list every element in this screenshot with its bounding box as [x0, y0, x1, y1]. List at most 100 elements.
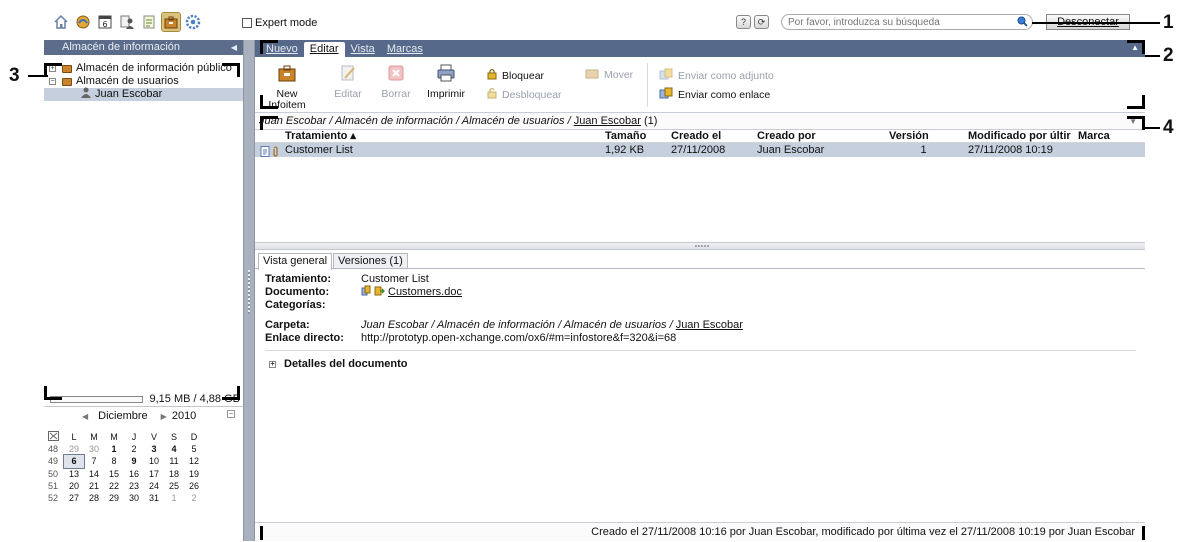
week-number[interactable]: 52	[48, 492, 64, 504]
calendar-day[interactable]: 3	[144, 443, 164, 455]
calendar-day[interactable]: 5	[184, 443, 204, 455]
document-details-section[interactable]: + Detalles del documento	[265, 357, 1135, 371]
detail-row-categories: Categorías:	[265, 299, 1135, 311]
week-number[interactable]: 50	[48, 468, 64, 480]
help-button[interactable]: ?	[736, 15, 751, 29]
splitter-grip[interactable]	[248, 270, 250, 314]
calendar-day-today[interactable]: 6	[63, 454, 85, 469]
unlock-button[interactable]: Desbloquear	[487, 87, 562, 102]
folder-link[interactable]: Juan Escobar	[676, 319, 743, 331]
calendar-day[interactable]: 12	[184, 455, 204, 467]
calendar-day[interactable]: 18	[164, 468, 184, 480]
collapse-left-icon[interactable]: ◀	[231, 40, 237, 55]
vertical-splitter[interactable]	[243, 40, 255, 541]
send-as-attachment-button[interactable]: Enviar como adjunto	[659, 68, 774, 83]
calendar-day[interactable]: 10	[144, 455, 164, 467]
tree-item-public-infostore[interactable]: + Almacén de información público	[44, 62, 243, 75]
calendar-day[interactable]: 17	[144, 468, 164, 480]
column-header-created[interactable]: Creado el	[671, 130, 757, 142]
document-link[interactable]: Customers.doc	[388, 286, 462, 298]
calendar-year[interactable]: 2010	[172, 410, 196, 422]
expand-icon[interactable]: +	[269, 360, 276, 368]
horizontal-splitter[interactable]	[255, 242, 1145, 250]
tree-item-user-infostore[interactable]: − Almacén de usuarios	[44, 75, 243, 88]
home-icon[interactable]	[52, 13, 70, 31]
tab-editar[interactable]: Editar	[303, 42, 345, 57]
next-month-icon[interactable]: ▶	[161, 412, 167, 421]
calendar-day[interactable]: 25	[164, 480, 184, 492]
tasks-icon[interactable]	[140, 13, 158, 31]
delete-button[interactable]: Borrar	[379, 64, 413, 100]
calendar-day[interactable]: 31	[144, 492, 164, 504]
calendar-day[interactable]: 30	[124, 492, 144, 504]
calendar-day[interactable]: 2	[184, 492, 204, 504]
calendar-day[interactable]: 14	[84, 468, 104, 480]
contacts-icon[interactable]	[118, 13, 136, 31]
calendar-day[interactable]: 22	[104, 480, 124, 492]
week-number[interactable]: 51	[48, 480, 64, 492]
tab-vista[interactable]: Vista	[345, 42, 381, 57]
column-header-modified[interactable]: Modificado por últir	[968, 130, 1078, 142]
calendar-day[interactable]: 4	[164, 443, 184, 455]
tab-overview[interactable]: Vista general	[258, 253, 333, 270]
calendar-day[interactable]: 19	[184, 468, 204, 480]
table-row[interactable]: Customer List 1,92 KB 27/11/2008 Juan Es…	[255, 143, 1145, 157]
prev-month-icon[interactable]: ◀	[82, 412, 88, 421]
calendar-day[interactable]: 30	[84, 443, 104, 455]
expert-mode-toggle[interactable]: Expert mode	[242, 17, 317, 29]
calendar-icon[interactable]: 6	[96, 13, 114, 31]
week-number[interactable]: 49	[48, 455, 64, 467]
path-link[interactable]: Juan Escobar	[574, 115, 641, 127]
calendar-day[interactable]: 20	[64, 480, 84, 492]
calendar-day[interactable]: 1	[104, 443, 124, 455]
calendar-day[interactable]: 11	[164, 455, 184, 467]
refresh-button[interactable]: ⟳	[754, 15, 769, 29]
edit-button[interactable]: Editar	[331, 64, 365, 100]
tab-marcas[interactable]: Marcas	[381, 42, 429, 57]
collapse-calendar-icon[interactable]: −	[227, 410, 235, 418]
week-number[interactable]: 48	[48, 443, 64, 455]
calendar-day[interactable]: 15	[104, 468, 124, 480]
calendar-day[interactable]: 24	[144, 480, 164, 492]
calendar-day[interactable]: 27	[64, 492, 84, 504]
calendar-day[interactable]: 2	[124, 443, 144, 455]
tree-item-juan-escobar[interactable]: Juan Escobar	[44, 87, 243, 101]
infostore-icon[interactable]	[161, 12, 181, 32]
open-document-icon[interactable]	[361, 285, 371, 299]
calendar-day[interactable]: 29	[104, 492, 124, 504]
calendar-day[interactable]: 9	[124, 455, 144, 467]
column-header-name[interactable]: Tratamiento ▴	[255, 130, 605, 142]
calendar-day[interactable]: 28	[84, 492, 104, 504]
save-document-icon[interactable]	[374, 285, 385, 299]
print-button[interactable]: Imprimir	[426, 64, 466, 100]
calendar-day[interactable]: 16	[124, 468, 144, 480]
direct-link-value[interactable]: http://prototyp.open-xchange.com/ox6/#m=…	[361, 332, 676, 344]
calendar-day[interactable]: 1	[164, 492, 184, 504]
folder-pane-header: Almacén de información ◀	[44, 40, 243, 55]
search-icon[interactable]	[1017, 16, 1028, 30]
column-header-created-by[interactable]: Creado por	[757, 130, 889, 142]
lock-button[interactable]: Bloquear	[487, 68, 544, 83]
calendar-day[interactable]: 26	[184, 480, 204, 492]
calendar-day[interactable]: 29	[64, 443, 84, 455]
column-header-flag[interactable]: Marca	[1078, 130, 1118, 142]
move-button[interactable]: Mover	[585, 68, 633, 82]
calendar-month[interactable]: Diciembre	[98, 410, 148, 422]
splitter-grip[interactable]	[695, 245, 709, 247]
calendar-day[interactable]: 21	[84, 480, 104, 492]
send-as-link-button[interactable]: Enviar como enlace	[659, 87, 770, 102]
portal-icon[interactable]	[74, 13, 92, 31]
tab-versions[interactable]: Versiones (1)	[333, 253, 408, 268]
search-input[interactable]	[782, 15, 1007, 29]
send-attachment-icon	[659, 68, 673, 83]
column-header-version[interactable]: Versión	[889, 130, 968, 142]
column-header-size[interactable]: Tamaño	[605, 130, 671, 142]
expert-mode-label: Expert mode	[255, 17, 318, 29]
calendar-day[interactable]: 7	[84, 455, 104, 467]
expert-mode-checkbox[interactable]	[242, 18, 252, 28]
calendar-day[interactable]: 8	[104, 455, 124, 467]
collapse-icon[interactable]: −	[49, 78, 56, 85]
calendar-day[interactable]: 13	[64, 468, 84, 480]
settings-icon[interactable]	[184, 13, 202, 31]
calendar-day[interactable]: 23	[124, 480, 144, 492]
